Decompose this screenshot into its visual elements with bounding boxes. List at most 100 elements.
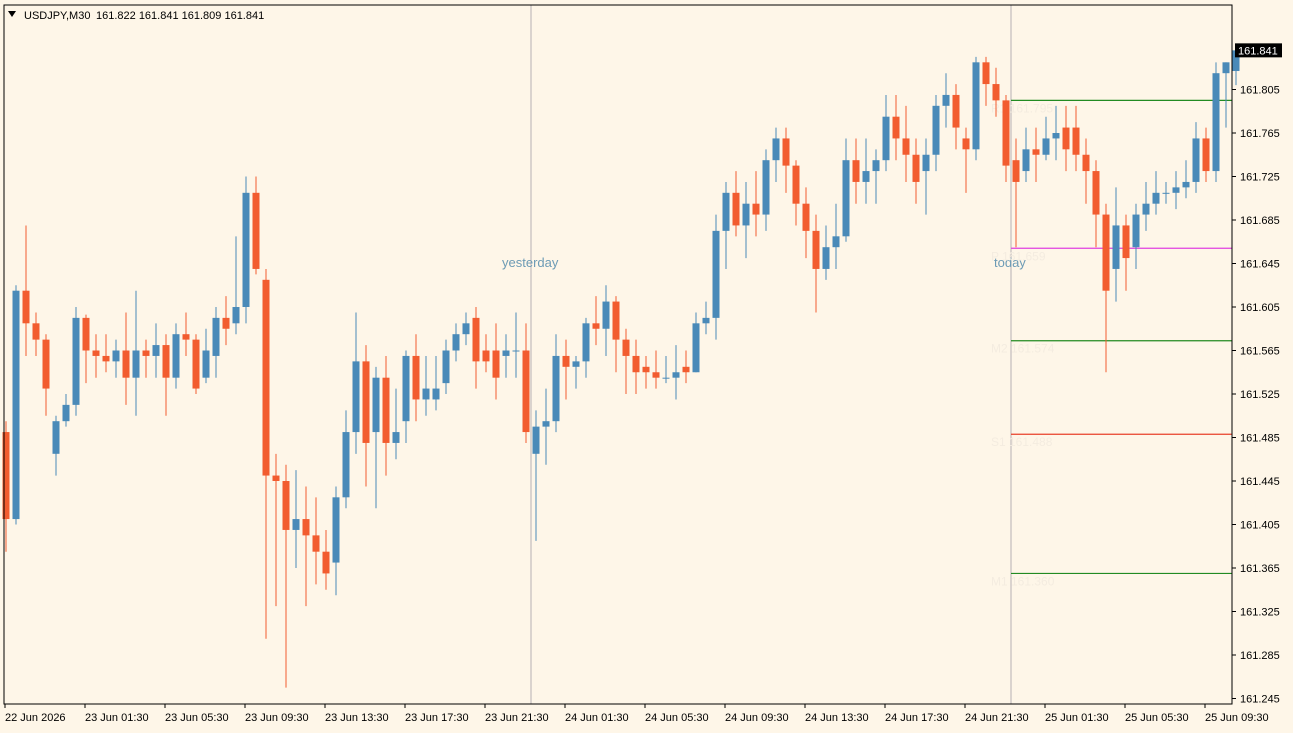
candle-body — [532, 426, 540, 454]
candle-body — [522, 350, 530, 433]
candle-body — [702, 317, 710, 324]
candle-body — [1182, 181, 1190, 188]
candle-body — [112, 350, 120, 362]
level-label: P 161.659 — [991, 249, 1046, 263]
candle-body — [42, 339, 50, 389]
x-tick-label: 25 Jun 09:30 — [1205, 712, 1269, 724]
y-tick-label: 161.725 — [1240, 172, 1280, 184]
candle-body — [482, 350, 490, 362]
candle-body — [282, 481, 290, 530]
x-tick-label: 24 Jun 09:30 — [725, 712, 789, 724]
x-tick-label: 24 Jun 21:30 — [965, 712, 1029, 724]
candle-body — [652, 372, 660, 378]
candle-body — [712, 230, 720, 318]
y-tick-label: 161.445 — [1240, 476, 1280, 488]
candle-body — [422, 388, 430, 400]
candle-body — [382, 377, 390, 443]
candle-body — [1062, 127, 1070, 150]
candle-body — [992, 84, 1000, 101]
y-tick-label: 161.765 — [1240, 128, 1280, 140]
candle-body — [432, 388, 440, 400]
candle-body — [692, 323, 700, 373]
candle-body — [802, 203, 810, 231]
candle-body — [1152, 192, 1160, 204]
candle-body — [362, 361, 370, 443]
level-label: M2 161.574 — [991, 342, 1055, 356]
y-tick-label: 161.485 — [1240, 433, 1280, 445]
candle-body — [1102, 214, 1110, 291]
candle-body — [122, 350, 130, 378]
candle-body — [752, 203, 760, 215]
candle-body — [1132, 214, 1140, 248]
candle-body — [762, 160, 770, 215]
current-price-value: 161.841 — [1238, 45, 1278, 57]
candle-body — [1122, 225, 1130, 259]
x-tick-label: 23 Jun 01:30 — [85, 712, 149, 724]
candle-body — [1072, 127, 1080, 155]
candle-body — [572, 361, 580, 367]
candle-body — [942, 94, 950, 106]
y-tick-label: 161.285 — [1240, 650, 1280, 662]
current-price-badge: 161.841 — [1235, 43, 1282, 58]
x-tick-label: 24 Jun 13:30 — [805, 712, 869, 724]
candle-body — [872, 160, 880, 172]
candle-body — [232, 307, 240, 324]
candle-body — [1042, 138, 1050, 155]
candle-body — [852, 160, 860, 182]
candle-body — [162, 345, 170, 378]
candle-body — [12, 290, 20, 520]
candle-body — [102, 355, 110, 362]
candle-body — [352, 361, 360, 433]
candle-body — [1212, 73, 1220, 172]
candle-body — [442, 350, 450, 384]
candle-body — [472, 317, 480, 362]
candle-body — [812, 230, 820, 269]
candle-body — [782, 138, 790, 166]
y-tick-label: 161.325 — [1240, 607, 1280, 619]
candle-body — [172, 334, 180, 378]
candle-body — [412, 355, 420, 400]
candle-body — [32, 323, 40, 340]
candle-body — [332, 497, 340, 563]
candle-body — [982, 62, 990, 85]
candle-body — [1032, 149, 1040, 155]
candle-body — [732, 192, 740, 226]
x-tick-label: 25 Jun 05:30 — [1125, 712, 1189, 724]
price-axis[interactable]: 161.805 161.765 161.725 161.685 161.645 161.6… — [1232, 85, 1280, 706]
candle-body — [1002, 100, 1010, 166]
candle-body — [552, 355, 560, 422]
y-tick-label: 161.645 — [1240, 259, 1280, 271]
x-tick-label: 25 Jun 01:30 — [1045, 712, 1109, 724]
y-tick-label: 161.805 — [1240, 85, 1280, 97]
candle-body — [222, 317, 230, 329]
candle-body — [462, 323, 470, 335]
candle-body — [1172, 187, 1180, 193]
y-tick-label: 161.685 — [1240, 215, 1280, 227]
y-tick-label: 161.405 — [1240, 520, 1280, 532]
symbol-label: USDJPY,M30 — [24, 10, 90, 22]
candle-body — [302, 519, 310, 536]
candle-body — [722, 192, 730, 231]
candle-body — [1222, 62, 1230, 74]
candle-body — [242, 192, 250, 307]
level-label: R1 161.795 — [991, 101, 1053, 115]
candle-body — [772, 138, 780, 161]
y-tick-label: 161.565 — [1240, 346, 1280, 358]
chart-canvas[interactable]: yesterday today R1 161.795P 161.659M2 161… — [0, 0, 1293, 733]
candle-body — [972, 62, 980, 150]
candle-body — [92, 350, 100, 356]
candle-body — [742, 203, 750, 226]
chart-title: USDJPY,M30 161.822 161.841 161.809 161.8… — [8, 10, 264, 22]
candle-body — [492, 350, 500, 378]
candle-body — [142, 350, 150, 356]
candle-body — [372, 377, 380, 433]
x-tick-label: 24 Jun 05:30 — [645, 712, 709, 724]
candle-body — [862, 171, 870, 182]
y-tick-label: 161.525 — [1240, 389, 1280, 401]
candle-body — [52, 421, 60, 454]
candle-body — [592, 323, 600, 329]
candle-body — [292, 519, 300, 530]
candle-body — [792, 165, 800, 204]
candle-body — [452, 334, 460, 351]
candle-body — [182, 334, 190, 340]
